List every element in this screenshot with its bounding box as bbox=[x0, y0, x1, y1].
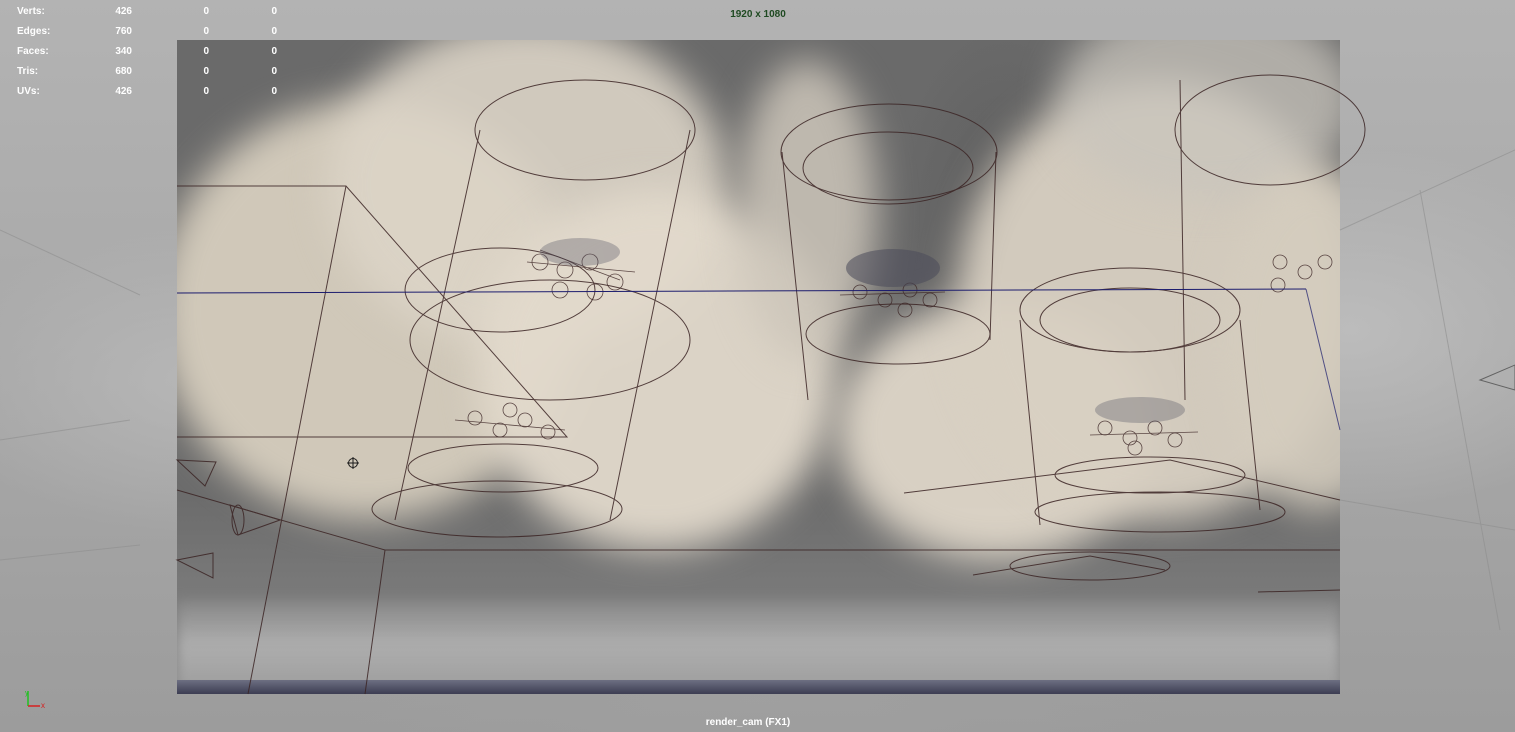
particle-emitter-cluster-5 bbox=[1270, 254, 1333, 293]
hud-label: Verts: bbox=[17, 6, 45, 17]
ground-plane-lower bbox=[176, 489, 1340, 551]
poly-count-hud: Verts: 426 0 0 Edges: 760 0 0 Faces: 340… bbox=[17, 2, 277, 102]
hud-value: 0 bbox=[271, 46, 277, 57]
emitter-cylinder-right-top bbox=[1019, 267, 1241, 353]
hud-label: Tris: bbox=[17, 66, 39, 77]
view-axis-gizmo-icon: y x bbox=[25, 690, 45, 710]
emitter-disc-right bbox=[1095, 397, 1185, 423]
hud-value: 0 bbox=[271, 26, 277, 37]
hud-label: Faces: bbox=[17, 46, 49, 57]
axis-y-label: y bbox=[25, 690, 29, 697]
hud-label: Edges: bbox=[17, 26, 51, 37]
hud-value: 0 bbox=[271, 6, 277, 17]
cone-locator-1 bbox=[175, 459, 217, 487]
hud-value: 0 bbox=[203, 6, 209, 17]
hud-value: 426 bbox=[115, 6, 132, 17]
hud-value: 760 bbox=[115, 26, 132, 37]
hud-row-edges: Edges: 760 0 0 bbox=[17, 22, 277, 42]
pivot-crosshair-icon[interactable] bbox=[347, 457, 359, 469]
hud-value: 0 bbox=[203, 86, 209, 97]
emitter-disc-left bbox=[540, 238, 620, 266]
ground-plane-outline bbox=[177, 185, 569, 438]
hud-value: 0 bbox=[203, 66, 209, 77]
hud-row-tris: Tris: 680 0 0 bbox=[17, 62, 277, 82]
hud-value: 0 bbox=[203, 46, 209, 57]
hud-value: 680 bbox=[115, 66, 132, 77]
hud-row-faces: Faces: 340 0 0 bbox=[17, 42, 277, 62]
particle-emitter-cluster-3 bbox=[839, 282, 946, 318]
hud-value: 340 bbox=[115, 46, 132, 57]
particle-emitter-cluster-4 bbox=[1089, 420, 1199, 456]
hud-value: 426 bbox=[115, 86, 132, 97]
wireframe-overlay bbox=[0, 74, 1515, 695]
camera-name-label: render_cam (FX1) bbox=[705, 717, 791, 728]
horizon-line bbox=[176, 288, 1307, 294]
resolution-gate-label: 1920 x 1080 bbox=[730, 9, 786, 20]
hud-value: 0 bbox=[271, 66, 277, 77]
cone-locator-3 bbox=[175, 552, 214, 579]
hud-row-uvs: UVs: 426 0 0 bbox=[17, 82, 277, 102]
hud-label: UVs: bbox=[17, 86, 40, 97]
hud-value: 0 bbox=[271, 86, 277, 97]
axis-x-label: x bbox=[41, 701, 45, 710]
emitter-cylinder-left-top bbox=[474, 79, 696, 181]
particle-emitter-cluster-2 bbox=[454, 402, 566, 440]
emitter-disc-center bbox=[846, 249, 940, 287]
hud-row-verts: Verts: 426 0 0 bbox=[17, 2, 277, 22]
cone-locator-2 bbox=[229, 504, 282, 536]
hud-value: 0 bbox=[203, 26, 209, 37]
